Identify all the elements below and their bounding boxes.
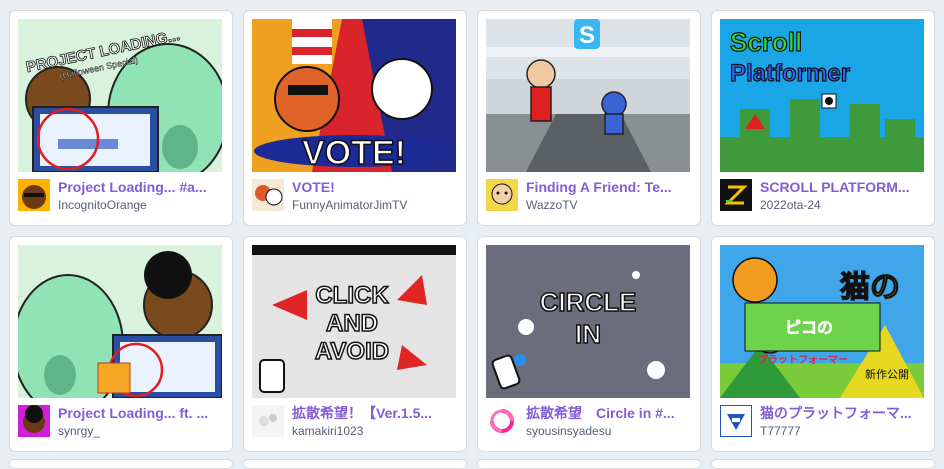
project-author[interactable]: WazzoTV — [526, 197, 692, 213]
svg-text:新作公開: 新作公開 — [865, 367, 909, 381]
svg-text:ピコの: ピコの — [785, 318, 833, 337]
svg-text:猫の: 猫の — [840, 270, 900, 305]
project-title[interactable]: 拡散希望！【Ver.1.5... — [292, 404, 458, 422]
svg-text:IN: IN — [575, 319, 601, 349]
project-thumbnail[interactable]: CIRCLE IN — [486, 245, 690, 398]
author-avatar[interactable] — [486, 179, 518, 211]
project-thumbnail[interactable]: 猫の ピコの プラットフォーマー 新作公開 — [720, 245, 924, 398]
project-thumbnail[interactable]: Scroll Platformer — [720, 19, 924, 172]
project-card[interactable]: VOTE! VOTE! FunnyAnimatorJimTV — [243, 10, 467, 226]
author-avatar[interactable] — [18, 405, 50, 437]
svg-text:CIRCLE: CIRCLE — [540, 287, 637, 317]
svg-text:AVOID: AVOID — [315, 338, 389, 365]
project-card-peek[interactable] — [9, 459, 233, 469]
project-title[interactable]: Project Loading... #a... — [58, 178, 224, 196]
project-card[interactable]: PROJECT LOADING... (Halloween Special) P… — [9, 10, 233, 226]
project-grid: PROJECT LOADING... (Halloween Special) P… — [0, 0, 944, 469]
svg-text:VOTE!: VOTE! — [302, 134, 406, 172]
project-card[interactable]: Project Loading... ft. ... synrgy_ — [9, 236, 233, 452]
svg-text:AND: AND — [326, 310, 378, 337]
project-author[interactable]: syousinsyadesu — [526, 423, 692, 439]
project-title[interactable]: 拡散希望 Circle in #... — [526, 404, 692, 422]
thumbnail-image: CIRCLE IN — [486, 245, 690, 398]
project-title[interactable]: VOTE! — [292, 178, 458, 196]
thumbnail-image: 猫の ピコの プラットフォーマー 新作公開 — [720, 245, 924, 398]
project-thumbnail[interactable]: S — [486, 19, 690, 172]
svg-text:プラットフォーマー: プラットフォーマー — [758, 353, 848, 366]
project-card[interactable]: 猫の ピコの プラットフォーマー 新作公開 猫のプラットフォーマ... T777… — [711, 236, 935, 452]
project-thumbnail[interactable]: PROJECT LOADING... (Halloween Special) — [18, 19, 222, 172]
project-author[interactable]: IncognitoOrange — [58, 197, 224, 213]
project-thumbnail[interactable] — [18, 245, 222, 398]
project-author[interactable]: T77777 — [760, 423, 926, 439]
project-card[interactable]: Scroll Platformer SCROLL PLATFORM... 202… — [711, 10, 935, 226]
author-avatar[interactable] — [720, 405, 752, 437]
thumbnail-image: CLICK AND AVOID — [252, 245, 456, 398]
thumbnail-image: VOTE! — [252, 19, 456, 172]
project-title[interactable]: Finding A Friend: Te... — [526, 178, 692, 196]
project-title[interactable]: SCROLL PLATFORM... — [760, 178, 926, 196]
thumbnail-image: PROJECT LOADING... (Halloween Special) — [18, 19, 222, 172]
author-avatar[interactable] — [486, 405, 518, 437]
author-avatar[interactable] — [18, 179, 50, 211]
svg-text:Scroll: Scroll — [730, 27, 802, 57]
project-card-peek[interactable] — [243, 459, 467, 469]
project-author[interactable]: synrgy_ — [58, 423, 224, 439]
project-thumbnail[interactable]: CLICK AND AVOID — [252, 245, 456, 398]
project-author[interactable]: FunnyAnimatorJimTV — [292, 197, 458, 213]
project-card-peek[interactable] — [711, 459, 935, 469]
project-title[interactable]: Project Loading... ft. ... — [58, 404, 224, 422]
svg-text:S: S — [579, 22, 595, 49]
project-card-peek[interactable] — [477, 459, 701, 469]
svg-text:CLICK: CLICK — [315, 282, 389, 309]
thumbnail-image: Scroll Platformer — [720, 19, 924, 172]
thumbnail-image: S — [486, 19, 690, 172]
project-card[interactable]: CIRCLE IN 拡散希望 Circle in #... syousinsya… — [477, 236, 701, 452]
project-author[interactable]: 2022ota-24 — [760, 197, 926, 213]
project-card[interactable]: CLICK AND AVOID 拡散希望！【Ver.1.5... kamakir… — [243, 236, 467, 452]
project-card[interactable]: S Finding A Friend: Te... WazzoTV — [477, 10, 701, 226]
author-avatar[interactable] — [720, 179, 752, 211]
author-avatar[interactable] — [252, 179, 284, 211]
project-author[interactable]: kamakiri1023 — [292, 423, 458, 439]
project-title[interactable]: 猫のプラットフォーマ... — [760, 404, 926, 422]
svg-text:Platformer: Platformer — [730, 60, 850, 87]
thumbnail-image — [18, 245, 222, 398]
project-thumbnail[interactable]: VOTE! — [252, 19, 456, 172]
author-avatar[interactable] — [252, 405, 284, 437]
